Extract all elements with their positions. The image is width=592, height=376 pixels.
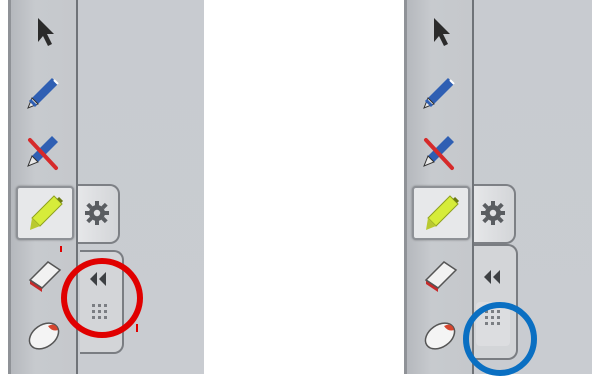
- select-tool-button[interactable]: [18, 8, 68, 56]
- arrow-cursor-icon: [38, 18, 54, 46]
- pen-tool-button[interactable]: [414, 70, 464, 118]
- highlighter-tool-button[interactable]: [16, 186, 74, 240]
- eraser-icon: [424, 261, 458, 292]
- pen-erase-tool-button[interactable]: [414, 128, 464, 176]
- pen-erase-tool-button[interactable]: [18, 128, 68, 176]
- blue-highlight-circle: [463, 302, 537, 376]
- pen-erase-icon: [27, 136, 58, 170]
- highlighter-tool-button[interactable]: [412, 186, 470, 240]
- shape-tool-button[interactable]: [414, 308, 464, 356]
- red-highlight-circle: [61, 258, 143, 338]
- annotation-mark: [60, 246, 62, 252]
- highlighter-icon: [426, 195, 460, 230]
- tool-strip: [404, 0, 474, 374]
- collapse-toolbar-button[interactable]: [476, 260, 508, 294]
- settings-tab[interactable]: [474, 184, 516, 244]
- pen-icon: [423, 78, 455, 109]
- highlighter-icon: [30, 195, 64, 230]
- settings-tab[interactable]: [78, 184, 120, 244]
- select-tool-button[interactable]: [414, 8, 464, 56]
- pen-erase-icon: [423, 136, 454, 170]
- arrow-cursor-icon: [434, 18, 450, 46]
- shape-icon: [28, 322, 60, 350]
- double-chevron-left-icon: [484, 270, 500, 284]
- pen-tool-button[interactable]: [18, 70, 68, 118]
- shape-tool-button[interactable]: [18, 308, 68, 356]
- gear-icon: [85, 201, 109, 225]
- pen-icon: [27, 78, 59, 109]
- shape-icon: [424, 322, 456, 350]
- eraser-tool-button[interactable]: [414, 250, 464, 298]
- annotation-mark: [136, 324, 138, 332]
- gear-icon: [481, 201, 505, 225]
